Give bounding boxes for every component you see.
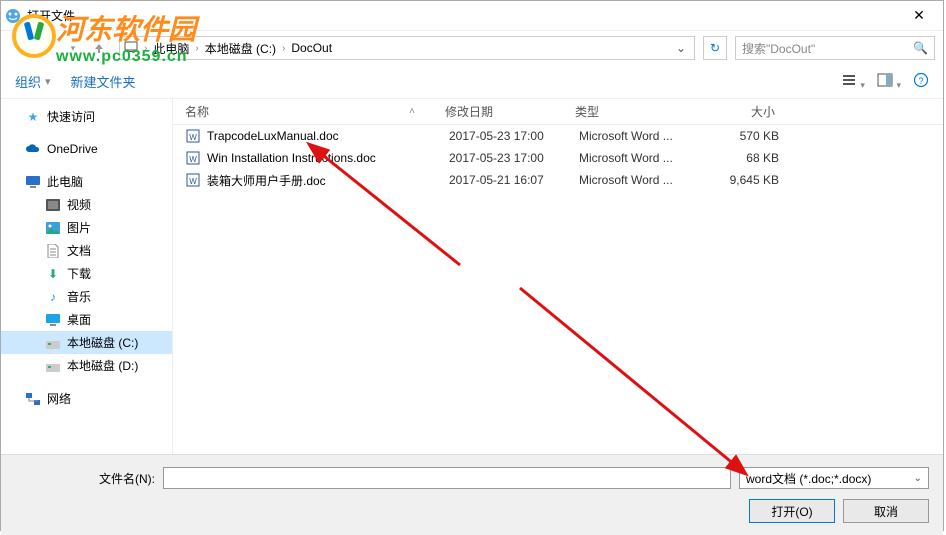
breadcrumb[interactable]: › 此电脑 › 本地磁盘 (C:) › DocOut ⌄ bbox=[119, 36, 695, 60]
body: ★ 快速访问 OneDrive 此电脑 视频 图片 bbox=[1, 99, 943, 454]
svg-text:W: W bbox=[189, 177, 197, 186]
toolbar: 组织 ▾ 新建文件夹 ▾ ▾ ? bbox=[1, 65, 943, 99]
filename-input[interactable] bbox=[163, 467, 731, 489]
file-date: 2017-05-23 17:00 bbox=[449, 151, 579, 165]
breadcrumb-folder[interactable]: DocOut bbox=[291, 41, 332, 55]
sidebar-network[interactable]: 网络 bbox=[1, 387, 172, 410]
preview-pane-button[interactable]: ▾ bbox=[877, 72, 901, 91]
file-row[interactable]: W 装箱大师用户手册.doc 2017-05-21 16:07 Microsof… bbox=[173, 169, 943, 191]
forward-button[interactable] bbox=[35, 36, 59, 60]
file-row[interactable]: W Win Installation Instructions.doc 2017… bbox=[173, 147, 943, 169]
title-text: 打开文件 bbox=[27, 7, 899, 24]
new-folder-button[interactable]: 新建文件夹 bbox=[71, 72, 136, 91]
search-placeholder: 搜索"DocOut" bbox=[742, 40, 815, 57]
svg-text:?: ? bbox=[918, 76, 923, 86]
chevron-right-icon: › bbox=[191, 43, 202, 54]
sidebar-desktop[interactable]: 桌面 bbox=[1, 308, 172, 331]
word-doc-icon: W bbox=[185, 150, 201, 166]
col-type[interactable]: 类型 bbox=[575, 103, 695, 120]
col-size[interactable]: 大小 bbox=[695, 103, 775, 120]
open-button[interactable]: 打开(O) bbox=[749, 499, 835, 523]
word-doc-icon: W bbox=[185, 172, 201, 188]
disk-icon bbox=[45, 335, 61, 351]
sidebar-videos[interactable]: 视频 bbox=[1, 193, 172, 216]
pc-icon bbox=[124, 40, 138, 57]
breadcrumb-dropdown-icon[interactable]: ⌄ bbox=[676, 41, 690, 55]
chevron-right-icon: › bbox=[278, 43, 289, 54]
filename-label: 文件名(N): bbox=[15, 470, 155, 487]
star-icon: ★ bbox=[25, 109, 41, 125]
picture-icon bbox=[45, 220, 61, 236]
file-size: 68 KB bbox=[699, 151, 779, 165]
video-icon bbox=[45, 197, 61, 213]
search-icon: 🔍 bbox=[913, 41, 928, 55]
music-icon: ♪ bbox=[45, 289, 61, 305]
sidebar-quick-access[interactable]: ★ 快速访问 bbox=[1, 105, 172, 128]
col-name: 名称˄ bbox=[185, 103, 445, 120]
sidebar-disk-d[interactable]: 本地磁盘 (D:) bbox=[1, 354, 172, 377]
col-date[interactable]: 修改日期 bbox=[445, 103, 575, 120]
file-type-filter[interactable]: word文档 (*.doc;*.docx) ⌄ bbox=[739, 467, 929, 489]
file-row[interactable]: W TrapcodeLuxManual.doc 2017-05-23 17:00… bbox=[173, 125, 943, 147]
file-name: 装箱大师用户手册.doc bbox=[207, 172, 449, 189]
sidebar-music[interactable]: ♪ 音乐 bbox=[1, 285, 172, 308]
download-icon: ⬇ bbox=[45, 266, 61, 282]
sidebar-pictures[interactable]: 图片 bbox=[1, 216, 172, 239]
nav-arrows: ▾ bbox=[9, 36, 111, 60]
file-size: 9,645 KB bbox=[699, 173, 779, 187]
titlebar: 打开文件 ✕ bbox=[1, 1, 943, 31]
chevron-down-icon: ▾ bbox=[896, 80, 901, 90]
desktop-icon bbox=[45, 312, 61, 328]
app-icon bbox=[5, 8, 21, 24]
up-button[interactable] bbox=[87, 36, 111, 60]
file-date: 2017-05-23 17:00 bbox=[449, 129, 579, 143]
sidebar: ★ 快速访问 OneDrive 此电脑 视频 图片 bbox=[1, 99, 173, 454]
organize-menu[interactable]: 组织 ▾ bbox=[15, 72, 51, 91]
word-doc-icon: W bbox=[185, 128, 201, 144]
sidebar-downloads[interactable]: ⬇ 下载 bbox=[1, 262, 172, 285]
svg-text:W: W bbox=[189, 133, 197, 142]
sidebar-onedrive[interactable]: OneDrive bbox=[1, 138, 172, 160]
help-button[interactable]: ? bbox=[913, 72, 929, 91]
disk-icon bbox=[45, 358, 61, 374]
file-name: TrapcodeLuxManual.doc bbox=[207, 129, 449, 143]
network-icon bbox=[25, 391, 41, 407]
sort-ascending-icon: ˄ bbox=[409, 106, 445, 117]
breadcrumb-thispc[interactable]: 此电脑 bbox=[153, 40, 189, 57]
chevron-down-icon: ▾ bbox=[860, 80, 865, 90]
recent-dropdown[interactable]: ▾ bbox=[61, 36, 85, 60]
cancel-button[interactable]: 取消 bbox=[843, 499, 929, 523]
close-button[interactable]: ✕ bbox=[899, 2, 939, 30]
pc-icon bbox=[25, 174, 41, 190]
cloud-icon bbox=[25, 141, 41, 157]
sidebar-thispc[interactable]: 此电脑 bbox=[1, 170, 172, 193]
svg-text:W: W bbox=[189, 155, 197, 164]
navbar: ▾ › 此电脑 › 本地磁盘 (C:) › DocOut ⌄ ↻ 搜索"DocO… bbox=[1, 31, 943, 65]
chevron-right-icon: › bbox=[140, 43, 151, 54]
search-input[interactable]: 搜索"DocOut" 🔍 bbox=[735, 36, 935, 60]
view-options-button[interactable]: ▾ bbox=[841, 72, 865, 91]
file-size: 570 KB bbox=[699, 129, 779, 143]
file-list: 名称˄ 修改日期 类型 大小 W TrapcodeLuxManual.doc 2… bbox=[173, 99, 943, 454]
file-name: Win Installation Instructions.doc bbox=[207, 151, 449, 165]
chevron-down-icon: ▾ bbox=[45, 75, 51, 88]
back-button[interactable] bbox=[9, 36, 33, 60]
sidebar-disk-c[interactable]: 本地磁盘 (C:) bbox=[1, 331, 172, 354]
breadcrumb-diskc[interactable]: 本地磁盘 (C:) bbox=[205, 40, 276, 57]
open-file-dialog: 打开文件 ✕ ▾ › 此电脑 › 本地磁盘 (C:) › DocOut ⌄ ↻ … bbox=[0, 0, 944, 531]
column-headers[interactable]: 名称˄ 修改日期 类型 大小 bbox=[173, 99, 943, 125]
chevron-down-icon: ⌄ bbox=[914, 473, 922, 484]
file-type: Microsoft Word ... bbox=[579, 173, 699, 187]
file-type: Microsoft Word ... bbox=[579, 129, 699, 143]
sidebar-documents[interactable]: 文档 bbox=[1, 239, 172, 262]
refresh-button[interactable]: ↻ bbox=[703, 36, 727, 60]
file-date: 2017-05-21 16:07 bbox=[449, 173, 579, 187]
document-icon bbox=[45, 243, 61, 259]
file-type: Microsoft Word ... bbox=[579, 151, 699, 165]
footer: 文件名(N): word文档 (*.doc;*.docx) ⌄ 打开(O) 取消 bbox=[1, 454, 943, 535]
